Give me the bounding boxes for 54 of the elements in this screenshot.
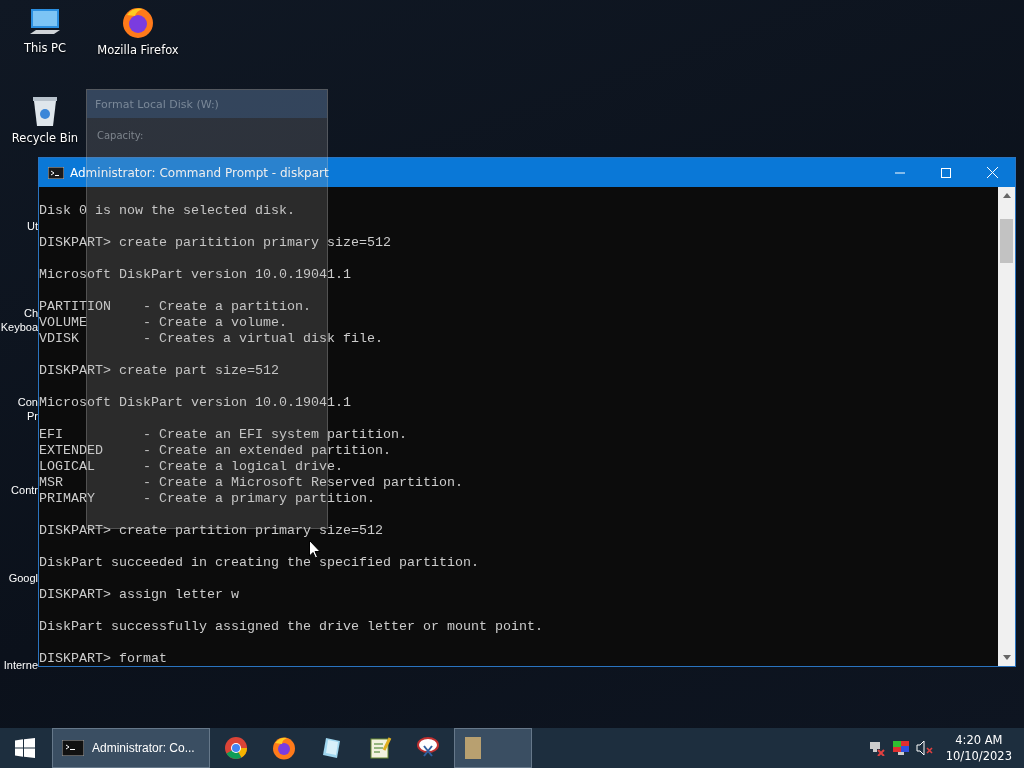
icon-label: Ut bbox=[27, 219, 38, 233]
window-title: Administrator: Command Prompt - diskpart bbox=[70, 165, 330, 180]
chrome-icon bbox=[224, 736, 248, 760]
speaker-muted-icon[interactable] bbox=[915, 740, 934, 756]
maximize-icon bbox=[941, 167, 951, 178]
text-editor-icon bbox=[368, 736, 392, 760]
console-line: VDISK - Creates a virtual disk file. bbox=[39, 331, 383, 347]
console-line: DiskPart successfully assigned the drive letter or mount point. bbox=[39, 619, 543, 635]
console-line: VOLUME - Create a volume. bbox=[39, 315, 287, 331]
console-line: PRIMARY - Create a primary partition. bbox=[39, 491, 375, 507]
icon-label: Googl bbox=[8, 571, 38, 585]
console-line: PARTITION - Create a partition. bbox=[39, 299, 311, 315]
close-icon bbox=[986, 167, 998, 178]
scroll-up-icon[interactable] bbox=[1002, 193, 1011, 198]
computer-icon[interactable] bbox=[28, 7, 62, 37]
icon-label: Contr bbox=[11, 483, 38, 497]
icon-label: Recycle Bin bbox=[11, 131, 79, 145]
display-icon[interactable] bbox=[891, 740, 910, 756]
console-line: Disk 0 is now the selected disk. bbox=[39, 203, 295, 219]
firefox-icon[interactable] bbox=[121, 5, 155, 39]
scroll-down-icon[interactable] bbox=[1002, 655, 1011, 660]
network-disconnected-icon[interactable] bbox=[867, 740, 886, 756]
console-line: EXTENDED - Create an extended partition. bbox=[39, 443, 391, 459]
taskbar-window-button[interactable]: Administrator: Co... bbox=[52, 728, 210, 768]
console-line: Microsoft DiskPart version 10.0.19041.1 bbox=[39, 395, 351, 411]
scrollbar-thumb[interactable] bbox=[1000, 219, 1013, 263]
console-line: MSR - Create a Microsoft Reserved partition. bbox=[39, 475, 463, 491]
console-line: DISKPART> create part size=512 bbox=[39, 363, 279, 379]
icon-label: Pr bbox=[27, 409, 38, 423]
document-icon bbox=[465, 737, 481, 759]
clock[interactable]: 4:20 AM 10/10/2023 bbox=[945, 732, 1012, 764]
dialog-title: Format Local Disk (W:) bbox=[95, 97, 219, 111]
icon-label: Keyboa bbox=[0, 320, 38, 334]
terminal-icon bbox=[62, 740, 84, 756]
icon-label: Interne bbox=[3, 658, 38, 672]
console-line: DiskPart succeeded in creating the specified partition. bbox=[39, 555, 479, 571]
console-line: EFI - Create an EFI system partition. bbox=[39, 427, 407, 443]
icon-label: This PC bbox=[23, 41, 67, 55]
console-line: Microsoft DiskPart version 10.0.19041.1 bbox=[39, 267, 351, 283]
console-line: DISKPART> create paritition primary size=512 bbox=[39, 235, 391, 251]
recycle-bin-icon[interactable] bbox=[31, 95, 59, 127]
icon-label: Con bbox=[17, 395, 38, 409]
scrollbar[interactable] bbox=[998, 187, 1015, 666]
mouse-pointer-icon bbox=[309, 540, 321, 559]
terminal-icon bbox=[48, 166, 64, 179]
console-line: DISKPART> create partition primary size=512 bbox=[39, 523, 383, 539]
console-line: LOGICAL - Create a logical drive. bbox=[39, 459, 343, 475]
field-label: Capacity: bbox=[97, 130, 144, 141]
firefox-icon bbox=[272, 736, 296, 760]
windows-logo-icon bbox=[15, 738, 35, 758]
console-line: DISKPART> format bbox=[39, 651, 167, 666]
console-line: DISKPART> assign letter w bbox=[39, 587, 239, 603]
icon-label: Ch bbox=[23, 306, 38, 320]
icon-label: Mozilla Firefox bbox=[97, 43, 179, 57]
